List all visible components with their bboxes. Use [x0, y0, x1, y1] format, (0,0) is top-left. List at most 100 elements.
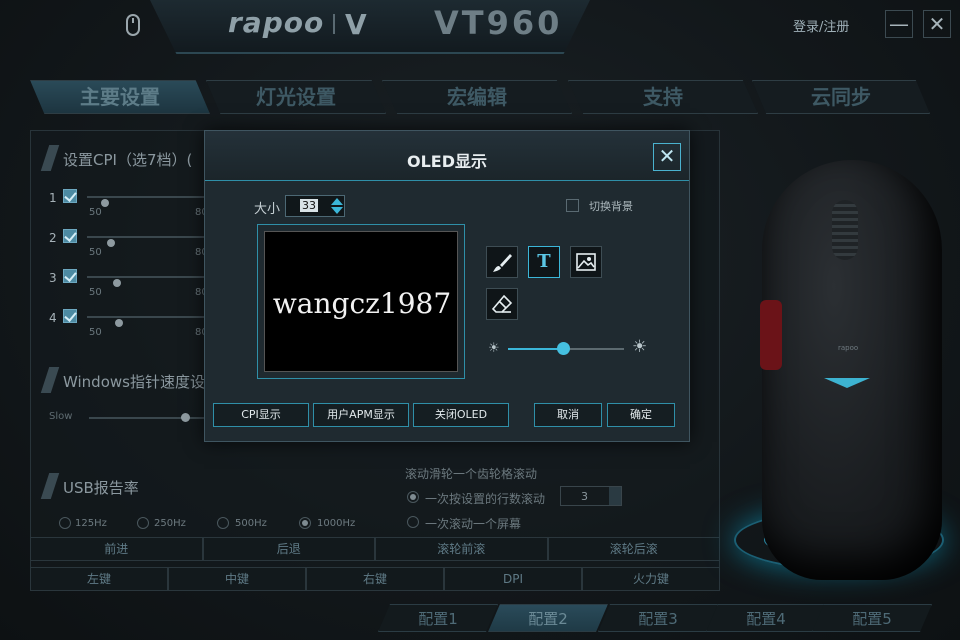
assign-fire[interactable]: 火力键 — [582, 567, 720, 591]
usb-rate-label: 500Hz — [235, 518, 267, 529]
tab-light-settings[interactable]: 灯光设置 — [206, 80, 386, 114]
cpi-row-number: 3 — [49, 271, 57, 285]
mouse-device-icon[interactable] — [126, 14, 140, 36]
model-name: VT960 — [434, 4, 563, 42]
stepper-arrows[interactable] — [609, 487, 621, 505]
dialog-header: OLED显示 ✕ — [205, 131, 689, 181]
size-spin-buttons[interactable] — [330, 196, 344, 216]
brightness-fill — [508, 348, 563, 350]
size-value[interactable]: 33 — [300, 199, 318, 212]
assign-back[interactable]: 后退 — [202, 537, 375, 561]
cpi-min-label: 50 — [89, 207, 102, 218]
scroll-screen-label: 一次滚动一个屏幕 — [425, 517, 522, 531]
pointer-speed-knob[interactable] — [181, 413, 190, 422]
mouse-preview-image: rapoo — [724, 130, 960, 590]
confirm-button[interactable]: 确定 — [607, 403, 675, 427]
usb-rate-label: 1000Hz — [317, 518, 356, 529]
cpi-slider-knob[interactable] — [115, 319, 123, 327]
close-window-button[interactable]: ✕ — [923, 10, 951, 38]
config-tab-5[interactable]: 配置5 — [812, 604, 932, 632]
toggle-background-label: 切换背景 — [589, 200, 633, 213]
scroll-section-title: 滚动滑轮一个齿轮格滚动 — [405, 467, 538, 481]
main-tabs: 主要设置 灯光设置 宏编辑 支持 云同步 — [30, 80, 930, 116]
brightness-low-icon: ☀ — [488, 341, 500, 356]
assign-dpi[interactable]: DPI — [444, 567, 582, 591]
app-window: rapoo V VT960 登录/注册 — ✕ 主要设置 灯光设置 宏编辑 支持… — [0, 0, 960, 640]
cpi-section-title: 设置CPI（选7档）( — [63, 151, 193, 169]
mouse-brand-text: rapoo — [838, 344, 859, 352]
close-icon[interactable]: ✕ — [653, 143, 681, 171]
cpi-slider-knob[interactable] — [107, 239, 115, 247]
usb-rate-label: 250Hz — [154, 518, 186, 529]
spin-down-icon[interactable] — [331, 207, 343, 214]
cancel-button[interactable]: 取消 — [534, 403, 602, 427]
usb-rate-radio[interactable] — [299, 517, 311, 529]
spin-up-icon[interactable] — [331, 198, 343, 205]
eraser-icon[interactable] — [486, 288, 518, 320]
scroll-lines-radio[interactable] — [407, 491, 419, 503]
tab-macro-edit[interactable]: 宏编辑 — [382, 80, 572, 114]
cpi-checkbox[interactable] — [63, 309, 77, 323]
oled-preview-screen[interactable]: wangcz1987 — [264, 231, 458, 372]
button-assign-row: 左键 中键 右键 DPI 火力键 — [30, 567, 720, 591]
minimize-button[interactable]: — — [885, 10, 913, 38]
cpi-row-number: 1 — [49, 191, 57, 205]
brand-logo: rapoo — [228, 6, 325, 39]
turn-off-oled-button[interactable]: 关闭OLED — [413, 403, 509, 427]
assign-middle[interactable]: 中键 — [168, 567, 306, 591]
tab-support[interactable]: 支持 — [568, 80, 758, 114]
brightness-high-icon: ☀ — [632, 337, 648, 357]
dialog-title: OLED显示 — [406, 152, 487, 171]
brightness-knob[interactable] — [557, 342, 570, 355]
assign-forward[interactable]: 前进 — [30, 537, 203, 561]
button-assign-row: 前进 后退 滚轮前滚 滚轮后滚 — [30, 537, 720, 561]
usb-rate-radio[interactable] — [217, 517, 229, 529]
mouse-side-accent — [760, 300, 782, 370]
apm-display-button[interactable]: 用户APM显示 — [313, 403, 409, 427]
tab-main-settings[interactable]: 主要设置 — [30, 80, 210, 114]
section-marker — [40, 145, 60, 171]
section-marker — [40, 367, 60, 393]
brightness-slider[interactable] — [508, 342, 624, 355]
size-label: 大小 — [254, 202, 281, 217]
toggle-background-checkbox[interactable] — [566, 199, 579, 212]
brand-mark: V — [345, 8, 367, 41]
scroll-lines-label: 一次按设置的行数滚动 — [425, 492, 546, 506]
assign-right[interactable]: 右键 — [306, 567, 444, 591]
assign-scroll-back[interactable]: 滚轮后滚 — [547, 537, 720, 561]
size-stepper[interactable]: 33 — [285, 195, 345, 217]
oled-dialog: OLED显示 ✕ 大小 33 切换背景 wangcz1987 T ☀ ☀ CPI… — [204, 130, 690, 442]
image-icon[interactable] — [570, 246, 602, 278]
cpi-row-number: 4 — [49, 311, 57, 325]
scroll-screen-radio[interactable] — [407, 516, 419, 528]
mouse-wheel — [832, 200, 858, 260]
scroll-lines-stepper[interactable]: 3 — [560, 486, 622, 506]
config-tab-2[interactable]: 配置2 — [488, 604, 608, 632]
cpi-display-button[interactable]: CPI显示 — [213, 403, 309, 427]
pointer-speed-slider[interactable] — [89, 417, 209, 419]
cpi-min-label: 50 — [89, 287, 102, 298]
brush-icon[interactable] — [486, 246, 518, 278]
text-tool-button[interactable]: T — [528, 246, 560, 278]
config-tab-1[interactable]: 配置1 — [378, 604, 498, 632]
assign-left[interactable]: 左键 — [30, 567, 168, 591]
config-tab-4[interactable]: 配置4 — [706, 604, 826, 632]
oled-preview-text[interactable]: wangcz1987 — [265, 287, 459, 320]
cpi-slider-knob[interactable] — [101, 199, 109, 207]
pointer-section-title: Windows指针速度设 — [63, 373, 205, 391]
login-register-link[interactable]: 登录/注册 — [793, 16, 849, 35]
usb-rate-radio[interactable] — [137, 517, 149, 529]
cpi-checkbox[interactable] — [63, 269, 77, 283]
cpi-checkbox[interactable] — [63, 189, 77, 203]
usb-rate-radio[interactable] — [59, 517, 71, 529]
pointer-slow-label: Slow — [49, 411, 73, 422]
usb-section-title: USB报告率 — [63, 479, 139, 497]
cpi-checkbox[interactable] — [63, 229, 77, 243]
tab-cloud-sync[interactable]: 云同步 — [752, 80, 930, 114]
config-tab-3[interactable]: 配置3 — [598, 604, 718, 632]
oled-preview-frame: wangcz1987 — [257, 224, 465, 379]
cpi-slider-knob[interactable] — [113, 279, 121, 287]
brand-separator — [333, 14, 335, 34]
assign-scroll-forward[interactable]: 滚轮前滚 — [375, 537, 548, 561]
usb-rate-label: 125Hz — [75, 518, 107, 529]
